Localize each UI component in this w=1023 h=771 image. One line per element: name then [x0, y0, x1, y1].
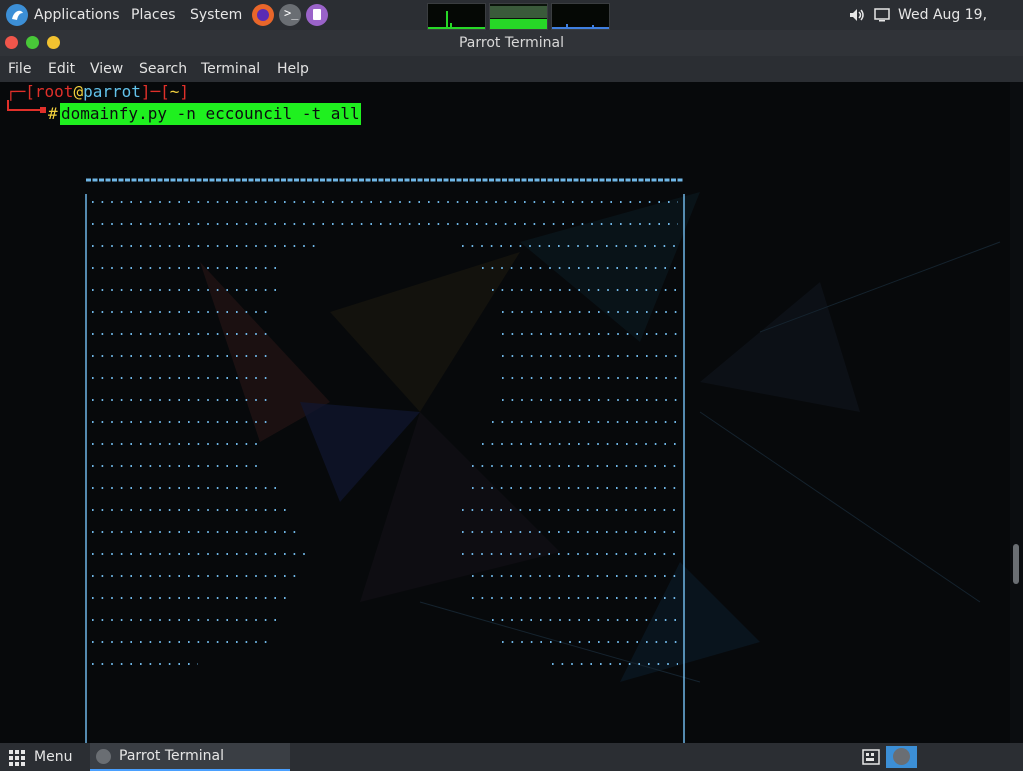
- keyboard-icon[interactable]: [862, 749, 880, 765]
- clock[interactable]: Wed Aug 19, 10:41: [898, 0, 1023, 53]
- menu-search[interactable]: Search: [139, 56, 187, 82]
- network-graph[interactable]: [551, 3, 610, 30]
- window-title: Parrot Terminal: [458, 35, 565, 51]
- window-titlebar[interactable]: Parrot Terminal: [0, 30, 1023, 56]
- menu-help[interactable]: Help: [277, 56, 309, 82]
- taskbar-item-terminal[interactable]: Parrot Terminal: [90, 743, 290, 771]
- prompt-host: parrot: [83, 82, 141, 101]
- prompt-hash: #: [48, 104, 58, 123]
- prompt-at: @: [73, 82, 84, 101]
- text-editor-icon[interactable]: [306, 4, 328, 26]
- firefox-icon[interactable]: [252, 4, 274, 26]
- memory-graph[interactable]: [489, 3, 548, 30]
- scrollbar-thumb[interactable]: [1013, 544, 1019, 584]
- menu-view[interactable]: View: [90, 56, 123, 82]
- volume-icon[interactable]: [849, 8, 865, 22]
- system-menu[interactable]: System: [190, 0, 242, 30]
- applications-menu[interactable]: Applications: [34, 0, 120, 30]
- terminal-launcher-icon[interactable]: >_: [279, 4, 301, 26]
- prompt-dir: ~: [169, 82, 180, 101]
- terminal-area[interactable]: ┌─[root@parrot]─[~] # domainfy.py -n ecc…: [0, 82, 1023, 743]
- menu-bar: File Edit View Search Terminal Help: [0, 56, 1023, 82]
- top-panel: Applications Places System >_ Wed Aug 19…: [0, 0, 1023, 53]
- menu-file[interactable]: File: [8, 56, 31, 82]
- places-menu[interactable]: Places: [131, 0, 176, 30]
- ascii-banner: [85, 178, 685, 743]
- parrot-logo-icon[interactable]: [6, 4, 28, 26]
- prompt-arrow-icon: [7, 100, 46, 113]
- terminal-task-icon: [96, 749, 111, 764]
- menu-edit[interactable]: Edit: [48, 56, 75, 82]
- task-label: Parrot Terminal: [119, 748, 225, 764]
- scrollbar[interactable]: [1010, 82, 1023, 743]
- menu-terminal[interactable]: Terminal: [201, 56, 260, 82]
- command-text[interactable]: domainfy.py -n eccouncil -t all: [60, 103, 361, 125]
- menu-button[interactable]: Menu: [34, 743, 72, 771]
- cpu-graph[interactable]: [427, 3, 486, 30]
- prompt-line: ┌─[root@parrot]─[~]: [6, 82, 190, 101]
- terminal-tray-icon[interactable]: [886, 746, 917, 768]
- prompt-user: root: [34, 82, 74, 101]
- app-grid-icon[interactable]: [9, 750, 25, 766]
- bottom-panel: Menu Parrot Terminal: [0, 743, 1023, 771]
- display-icon[interactable]: [874, 8, 890, 22]
